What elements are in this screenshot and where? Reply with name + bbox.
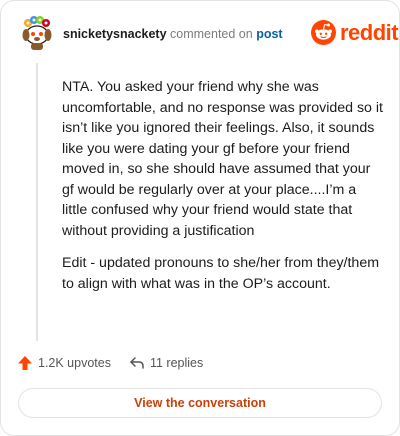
- comment-body: NTA. You asked your friend why she was u…: [62, 77, 384, 306]
- upvote-count: 1.2K upvotes: [38, 356, 111, 370]
- post-link[interactable]: post: [256, 27, 282, 41]
- view-conversation-button[interactable]: View the conversation: [18, 388, 382, 418]
- commented-on-text: commented on: [170, 27, 253, 41]
- user-avatar[interactable]: [19, 15, 55, 51]
- snoo-avatar-icon: [22, 16, 52, 50]
- username-link[interactable]: snicketysnackety: [63, 27, 167, 41]
- upvote-arrow-icon: [18, 356, 32, 370]
- comment-header: snicketysnackety commented on post: [63, 26, 283, 42]
- comment-embed-card: snicketysnackety commented on post reddi…: [0, 0, 400, 436]
- reply-arrow-icon: [130, 357, 144, 369]
- upvote-stat[interactable]: 1.2K upvotes: [17, 355, 111, 371]
- comment-paragraph: Edit - updated pronouns to she/her from …: [62, 255, 380, 292]
- reddit-logo[interactable]: reddit: [311, 20, 399, 45]
- reply-stat[interactable]: 11 replies: [129, 355, 203, 371]
- reddit-alien-icon: [311, 20, 336, 45]
- reply-count: 11 replies: [149, 356, 204, 370]
- thread-line: [36, 63, 38, 341]
- comment-stats: 1.2K upvotes 11 replies: [17, 355, 203, 371]
- comment-paragraph: NTA. You asked your friend why she was u…: [62, 79, 383, 239]
- reddit-wordmark: reddit: [340, 20, 399, 45]
